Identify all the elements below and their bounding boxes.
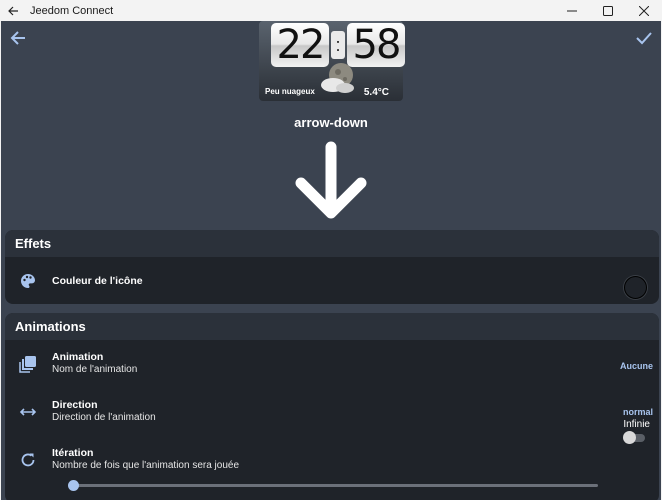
arrow-left-icon (8, 6, 18, 15)
iteration-slider[interactable] (68, 480, 598, 491)
weather-temperature: 5.4°C (363, 87, 389, 98)
direction-row[interactable]: Direction Direction de l'animation norma… (5, 391, 659, 431)
icon-color-label: Couleur de l'icône (52, 275, 143, 287)
window-titlebar: Jeedom Connect (0, 0, 662, 21)
iteration-subtitle: Nombre de fois que l'animation sera joué… (52, 460, 240, 471)
layers-icon (19, 356, 36, 373)
clock-minute: 58 (347, 22, 405, 68)
infinite-toggle[interactable] (623, 431, 645, 444)
moon-cloud-icon (321, 63, 354, 93)
maximize-icon (603, 5, 613, 16)
animation-row[interactable]: Animation Nom de l'animation Aucune (5, 343, 659, 383)
icon-color-row[interactable]: Couleur de l'icône (5, 260, 659, 300)
iteration-title: Itération (52, 447, 94, 459)
window-back-button[interactable] (0, 0, 26, 21)
app-surface: 22 : 58 Peu nuageux 5.4°C arrow-down Eff… (1, 21, 661, 500)
minimize-icon (567, 10, 577, 11)
close-icon (639, 5, 649, 16)
clock-colon: : (331, 31, 345, 59)
refresh-icon (21, 453, 35, 467)
color-picker-swatch[interactable] (624, 276, 647, 299)
slider-thumb[interactable] (68, 480, 79, 491)
horizontal-arrows-icon (19, 408, 37, 416)
window-title: Jeedom Connect (30, 4, 114, 17)
weather-clock-widget: 22 : 58 Peu nuageux 5.4°C (259, 21, 405, 101)
infinite-label: Infinie (623, 419, 650, 430)
effects-card: Effets Couleur de l'icône (5, 230, 659, 304)
check-icon[interactable] (635, 29, 653, 47)
icon-name-label: arrow-down (294, 115, 368, 130)
iteration-row: Itération Nombre de fois que l'animation… (5, 439, 659, 479)
palette-icon (21, 274, 35, 288)
direction-value[interactable]: normal (623, 407, 653, 417)
animation-title: Animation (52, 351, 104, 363)
back-arrow-icon[interactable] (9, 29, 27, 47)
animation-subtitle: Nom de l'animation (52, 364, 138, 375)
close-button[interactable] (626, 0, 662, 21)
weather-condition: Peu nuageux (265, 87, 315, 96)
direction-title: Direction (52, 399, 98, 411)
toggle-knob (623, 431, 636, 444)
maximize-button[interactable] (590, 0, 626, 21)
arrow-down-icon (295, 141, 367, 219)
animations-card: Animations Animation Nom de l'animation … (5, 313, 659, 500)
direction-subtitle: Direction de l'animation (52, 412, 156, 423)
minimize-button[interactable] (554, 0, 590, 21)
animation-value[interactable]: Aucune (620, 361, 653, 371)
animations-title: Animations (5, 313, 659, 340)
effects-title: Effets (5, 230, 659, 257)
